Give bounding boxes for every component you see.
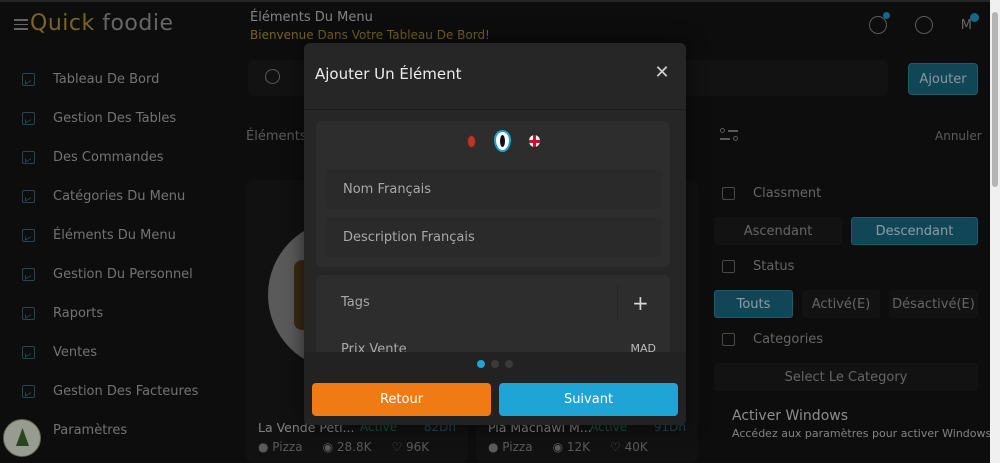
step-dot: [477, 360, 485, 368]
next-button[interactable]: Suivant: [499, 383, 678, 416]
modal-footer: Retour Suivant: [304, 352, 686, 425]
tags-price-panel: Tags + Prix Vente MAD: [316, 275, 670, 355]
divider: [617, 285, 618, 319]
modal-title: Ajouter Un Élément: [315, 65, 462, 83]
divider: [304, 109, 686, 110]
scrollbar[interactable]: [990, 0, 1000, 463]
language-switcher: [467, 130, 540, 152]
step-dot: [491, 360, 499, 368]
tags-label: Tags: [341, 295, 370, 310]
close-icon[interactable]: ✕: [654, 64, 670, 82]
step-dot: [505, 360, 513, 368]
scrollbar-thumb[interactable]: [992, 12, 998, 187]
add-item-modal: Ajouter Un Élément ✕ Nom Français Descri…: [304, 43, 686, 425]
name-field[interactable]: Nom Français: [326, 169, 662, 209]
add-tag-icon[interactable]: +: [632, 291, 649, 315]
step-indicator: [477, 360, 513, 368]
description-field[interactable]: Description Français: [326, 217, 662, 257]
back-button[interactable]: Retour: [312, 383, 491, 416]
language-fields-panel: Nom Français Description Français: [316, 121, 670, 267]
french-flag-icon[interactable]: [494, 130, 511, 152]
arabic-flag-icon[interactable]: [467, 134, 476, 148]
english-flag-icon[interactable]: [529, 135, 540, 147]
